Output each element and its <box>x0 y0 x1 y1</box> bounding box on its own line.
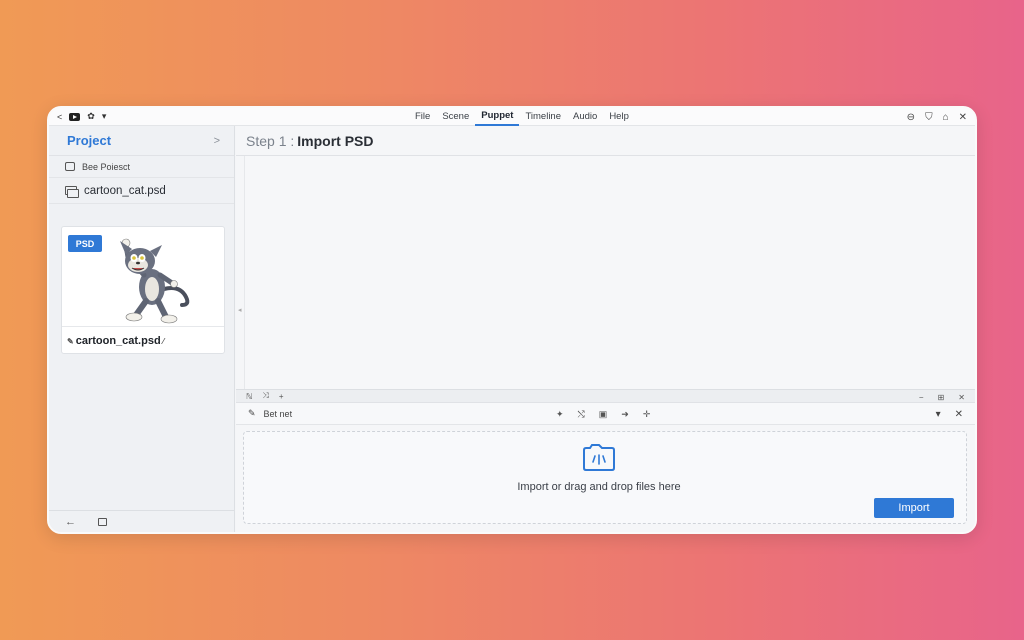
menu-timeline[interactable]: Timeline <box>519 108 567 126</box>
psd-card-caption-text: cartoon_cat.psd <box>75 335 161 347</box>
app-window: < ✿ ▾ File Scene Puppet Timeline Audio H… <box>47 106 977 534</box>
shield-icon[interactable]: ⛉ <box>925 112 933 123</box>
panel-tab-icon-1[interactable]: ℕ <box>246 392 252 401</box>
image-icon[interactable]: ▣ <box>599 409 608 420</box>
panel-tab-strip: ℕ ⤨ + − ⊞ ✕ <box>236 389 975 403</box>
palette-icon[interactable]: ✿ <box>87 111 95 122</box>
square-icon[interactable] <box>98 517 107 526</box>
edit-icon[interactable]: ⁄ <box>163 337 164 346</box>
new-project-label: Bee Poiesct <box>82 161 131 172</box>
chevron-down-icon[interactable]: ▾ <box>102 111 107 122</box>
panel-close-icon[interactable]: ✕ <box>958 393 965 402</box>
pencil-icon[interactable]: ✎ <box>248 408 256 419</box>
split-icon[interactable]: ⤭ <box>578 409 585 420</box>
arrow-right-icon[interactable]: ➜ <box>621 409 629 420</box>
top-bar-right: ⊖ ⛉ ⌂ ✕ <box>907 108 967 126</box>
shuffle-icon[interactable]: ⤨ <box>262 391 268 401</box>
panel-toolbar: ✎ Bet net ✦ ⤭ ▣ ➜ ✛ ▾ ✕ <box>236 403 975 425</box>
project-title: Project <box>67 133 112 148</box>
add-tab-button[interactable]: + <box>279 392 284 401</box>
move-icon[interactable]: ✦ <box>556 409 564 420</box>
resize-handle-icon[interactable]: ◂ <box>238 306 242 314</box>
psd-badge: PSD <box>68 235 102 252</box>
minimize-icon[interactable]: − <box>919 393 924 402</box>
file-item-label: cartoon_cat.psd <box>84 184 166 197</box>
youtube-icon[interactable] <box>69 112 81 121</box>
toolbar-close-icon[interactable]: ✕ <box>955 409 963 420</box>
panel-toolbar-label: Bet net <box>263 408 293 419</box>
menu-file[interactable]: File <box>409 108 436 126</box>
dock-icon[interactable]: ⊞ <box>938 393 945 402</box>
home-icon[interactable]: ⌂ <box>943 112 949 123</box>
pencil-icon[interactable]: ✎ <box>67 337 74 346</box>
zoom-icon[interactable]: ⊖ <box>907 112 915 123</box>
psd-card-caption: ✎ cartoon_cat.psd ⁄ <box>67 335 164 347</box>
top-bar: < ✿ ▾ File Scene Puppet Timeline Audio H… <box>49 108 975 126</box>
step-header: Step 1 : Import PSD <box>236 126 975 156</box>
drop-instructions: Import or drag and drop files here <box>517 481 681 493</box>
psd-thumbnail: PSD <box>62 227 224 327</box>
panel-toolbar-tools: ✦ ⤭ ▣ ➜ ✛ <box>556 403 650 425</box>
canvas-area[interactable] <box>244 156 975 389</box>
psd-file-card[interactable]: PSD ✎ cartoon_cat.psd ⁄ <box>61 226 225 354</box>
close-icon[interactable]: ✕ <box>959 112 967 123</box>
panel-toolbar-right: ▾ ✕ <box>936 403 963 425</box>
project-header: Project > <box>49 126 234 156</box>
sidebar-footer: ← <box>49 510 234 532</box>
new-project-item[interactable]: Bee Poiesct <box>49 156 234 178</box>
folder-upload-icon <box>583 444 615 471</box>
import-button[interactable]: Import <box>874 498 954 518</box>
step-label: Step 1 : <box>246 132 295 149</box>
project-sidebar: Project > Bee Poiesct cartoon_cat.psd PS… <box>49 126 235 532</box>
arrow-left-icon[interactable]: ← <box>65 516 76 528</box>
panel-window-controls: − ⊞ ✕ <box>919 390 965 404</box>
back-icon[interactable]: < <box>57 112 62 122</box>
crosshair-icon[interactable]: ✛ <box>643 409 651 420</box>
file-item[interactable]: cartoon_cat.psd <box>49 178 234 204</box>
menu-puppet[interactable]: Puppet <box>475 108 520 126</box>
collapse-icon[interactable]: ▾ <box>936 409 941 420</box>
chevron-right-icon[interactable]: > <box>214 135 220 147</box>
menu-scene[interactable]: Scene <box>436 108 475 126</box>
step-title: Import PSD <box>297 132 374 149</box>
drop-zone[interactable]: Import or drag and drop files here Impor… <box>243 431 967 524</box>
project-icon <box>65 162 75 171</box>
main-area: Step 1 : Import PSD ◂ ℕ ⤨ + − ⊞ ✕ ✎ Bet … <box>236 126 975 532</box>
menu-bar: File Scene Puppet Timeline Audio Help <box>409 108 635 126</box>
layers-icon <box>65 185 79 198</box>
menu-help[interactable]: Help <box>603 108 635 126</box>
top-bar-left: < ✿ ▾ <box>49 111 369 122</box>
menu-audio[interactable]: Audio <box>567 108 603 126</box>
